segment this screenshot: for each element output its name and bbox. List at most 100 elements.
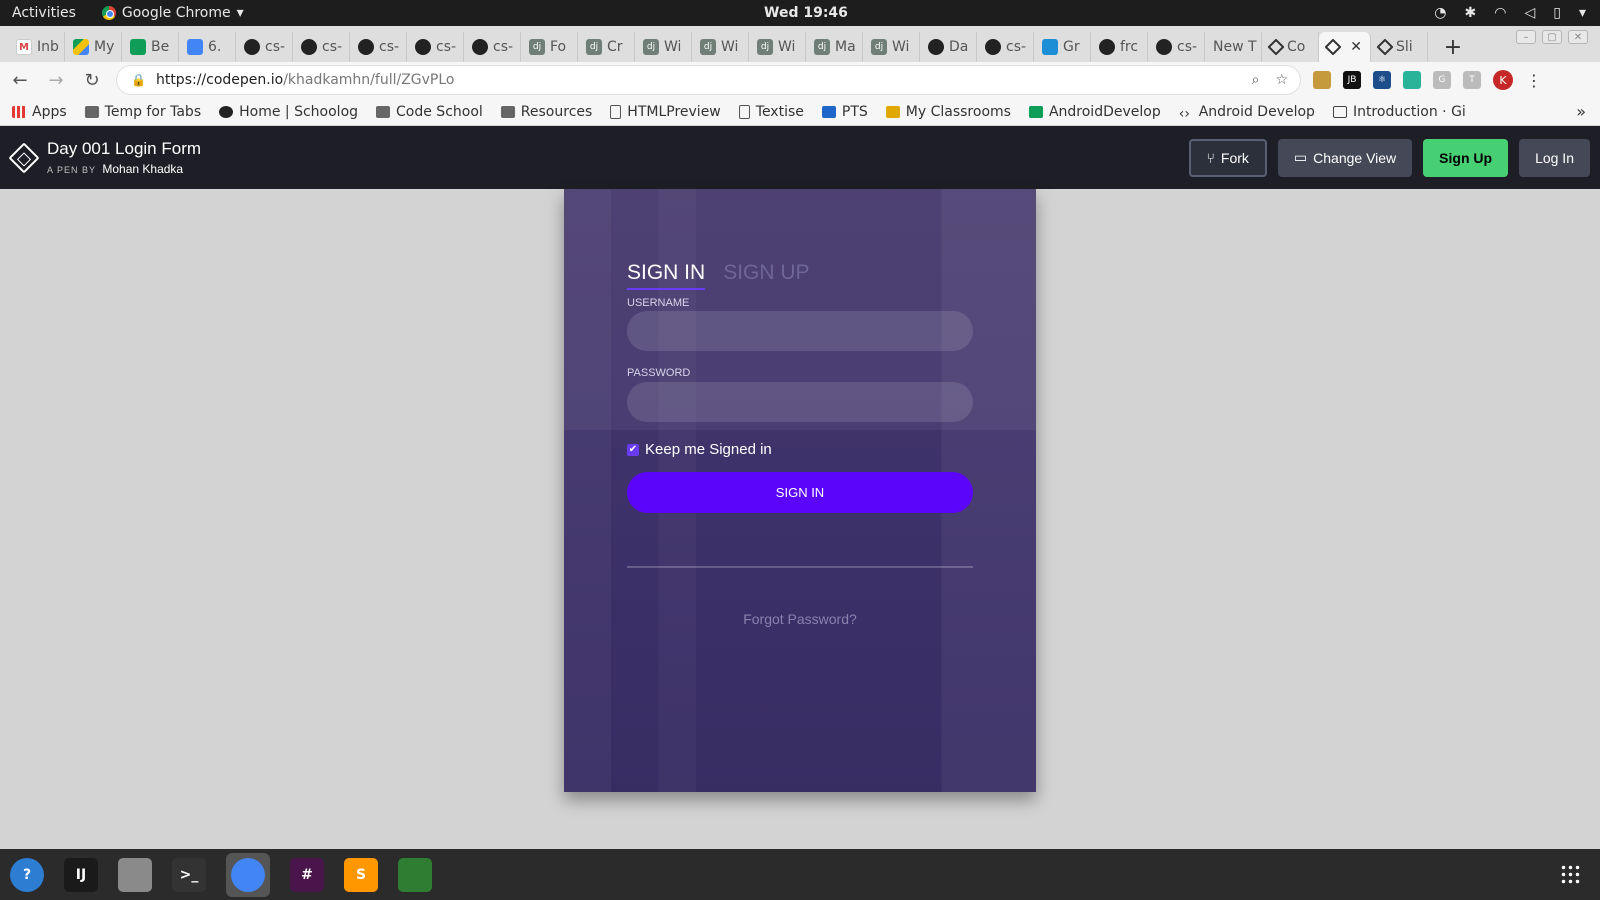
browser-tab[interactable]: Da — [920, 32, 977, 62]
browser-tab[interactable]: My — [65, 32, 122, 62]
close-window-icon[interactable]: ✕ — [1568, 30, 1588, 44]
browser-tab[interactable]: cs- — [293, 32, 350, 62]
code-icon: ‹› — [1178, 105, 1190, 120]
browser-tab[interactable]: cs- — [350, 32, 407, 62]
keep-signed-in-label[interactable]: Keep me Signed in — [645, 441, 772, 458]
pen-author-link[interactable]: Mohan Khadka — [102, 162, 183, 176]
username-input[interactable] — [627, 311, 973, 351]
slack-icon[interactable]: # — [290, 857, 324, 892]
browser-tab[interactable]: cs- — [236, 32, 293, 62]
menu-icon[interactable]: ⋮ — [1525, 71, 1543, 90]
sublime-icon[interactable]: S — [344, 857, 378, 892]
extension-icon[interactable] — [1313, 71, 1331, 89]
browser-tab[interactable]: dj Fo — [521, 32, 578, 62]
chrome-icon[interactable] — [226, 852, 270, 897]
browser-tab[interactable]: Co — [1262, 32, 1319, 62]
sync-icon[interactable]: ◔ — [1434, 5, 1446, 21]
files-icon[interactable] — [118, 857, 152, 892]
bookmark-item[interactable]: PTS — [821, 104, 868, 120]
extension-icon[interactable] — [1403, 71, 1421, 89]
browser-tab[interactable]: New T — [1205, 32, 1262, 62]
browser-tab[interactable]: cs- — [1148, 32, 1205, 62]
browser-tab[interactable]: dj Wi — [863, 32, 920, 62]
tab-sign-up[interactable]: SIGN UP — [723, 261, 809, 290]
change-view-button[interactable]: ▭ Change View — [1277, 138, 1413, 177]
chrome-icon — [101, 6, 116, 20]
slack-tray-icon[interactable]: ✱ — [1465, 5, 1477, 21]
codepen-logo-icon[interactable] — [8, 141, 40, 174]
battery-icon[interactable]: ▯ — [1553, 5, 1561, 21]
github-icon — [301, 39, 317, 55]
browser-tab[interactable]: cs- — [977, 32, 1034, 62]
tab-sign-in[interactable]: SIGN IN — [627, 261, 706, 290]
bookmark-item[interactable]: Temp for Tabs — [84, 104, 201, 120]
chevron-down-icon[interactable]: ▾ — [1579, 5, 1586, 21]
github-icon — [985, 39, 1001, 55]
browser-tab[interactable]: dj Wi — [692, 32, 749, 62]
help-icon[interactable]: ? — [10, 857, 44, 892]
bookmark-item[interactable]: Home | Schoolog — [219, 104, 358, 120]
bookmark-item[interactable]: Resources — [500, 104, 592, 120]
forgot-password-link[interactable]: Forgot Password? — [564, 611, 1036, 627]
grammarly-ext-icon[interactable]: G — [1433, 71, 1451, 89]
tab-label: cs- — [322, 39, 343, 55]
volume-icon[interactable]: ◁ — [1524, 5, 1535, 21]
star-icon[interactable]: ☆ — [1275, 72, 1288, 88]
bookmark-item[interactable]: AndroidDevelop — [1028, 104, 1161, 120]
browser-tab[interactable]: dj Wi — [635, 32, 692, 62]
intellij-icon[interactable]: IJ — [64, 857, 98, 892]
keep-signed-in-row[interactable]: ✔ Keep me Signed in — [627, 441, 772, 458]
jetbrains-icon[interactable]: JB — [1343, 71, 1361, 89]
bookmark-item[interactable]: ‹› Android Develop — [1179, 104, 1315, 120]
browser-tab[interactable]: dj Wi — [749, 32, 806, 62]
address-bar[interactable]: 🔒 https://codepen.io/khadkamhn/full/ZGvP… — [116, 65, 1301, 95]
back-icon[interactable]: ← — [4, 64, 36, 96]
browser-tab[interactable]: cs- — [407, 32, 464, 62]
sign-in-button[interactable]: SIGN IN — [627, 472, 973, 513]
password-input[interactable] — [627, 382, 973, 422]
minimize-icon[interactable]: – — [1516, 30, 1536, 44]
drive-icon — [1028, 105, 1043, 118]
reload-icon[interactable]: ↻ — [76, 64, 108, 96]
more-bookmarks-icon[interactable]: » — [1576, 102, 1586, 121]
maximize-icon[interactable]: ▢ — [1542, 30, 1562, 44]
profile-avatar[interactable]: K — [1493, 70, 1513, 90]
terminal-icon[interactable]: >_ — [172, 857, 206, 892]
textise-ext-icon[interactable]: T — [1463, 71, 1481, 89]
lock-icon[interactable]: 🔒 — [131, 73, 146, 87]
wifi-icon[interactable]: ◠ — [1494, 5, 1506, 21]
react-devtools-icon[interactable]: ⚛ — [1373, 71, 1391, 89]
sign-up-button[interactable]: Sign Up — [1423, 138, 1509, 177]
monitor-icon[interactable] — [398, 857, 432, 892]
bookmark-item[interactable]: My Classrooms — [885, 104, 1011, 120]
activities-button[interactable]: Activities — [12, 5, 76, 21]
log-in-button[interactable]: Log In — [1519, 138, 1590, 177]
bookmark-item[interactable]: HTMLPreview — [610, 104, 721, 120]
zoom-icon[interactable]: ⌕ — [1252, 72, 1260, 88]
browser-tab[interactable]: Be — [122, 32, 179, 62]
bookmark-item[interactable]: Code School — [376, 104, 483, 120]
browser-tab[interactable]: cs- — [464, 32, 521, 62]
bookmark-item[interactable]: Apps — [12, 104, 67, 120]
clock[interactable]: Wed 19:46 — [764, 5, 848, 21]
close-tab-icon[interactable]: ✕ — [1350, 39, 1362, 55]
browser-tab[interactable]: M Inb — [8, 32, 65, 62]
bookmark-item[interactable]: Introduction · Gi — [1332, 104, 1466, 120]
show-applications-icon[interactable] — [1560, 863, 1582, 886]
browser-tab[interactable]: frc — [1091, 32, 1148, 62]
bookmark-item[interactable]: Textise — [738, 104, 804, 120]
new-tab-icon[interactable]: + — [1438, 32, 1468, 62]
fork-button[interactable]: ⑂ Fork — [1188, 138, 1267, 177]
browser-tab[interactable]: ✕ — [1319, 32, 1371, 62]
browser-tab[interactable]: Sli — [1371, 32, 1428, 62]
tab-label: Fo — [550, 39, 567, 55]
keep-signed-in-checkbox[interactable]: ✔ — [627, 443, 639, 456]
app-menu[interactable]: Google Chrome ▾ — [101, 5, 244, 21]
browser-tab[interactable]: 6. — [179, 32, 236, 62]
browser-tab[interactable]: Gr — [1034, 32, 1091, 62]
app-menu-label: Google Chrome — [121, 5, 231, 21]
system-tray[interactable]: ◔ ✱ ◠ ◁ ▯ ▾ — [1434, 5, 1586, 21]
browser-tab[interactable]: dj Cr — [578, 32, 635, 62]
browser-tab[interactable]: dj Ma — [806, 32, 863, 62]
forward-icon[interactable]: → — [40, 64, 72, 96]
